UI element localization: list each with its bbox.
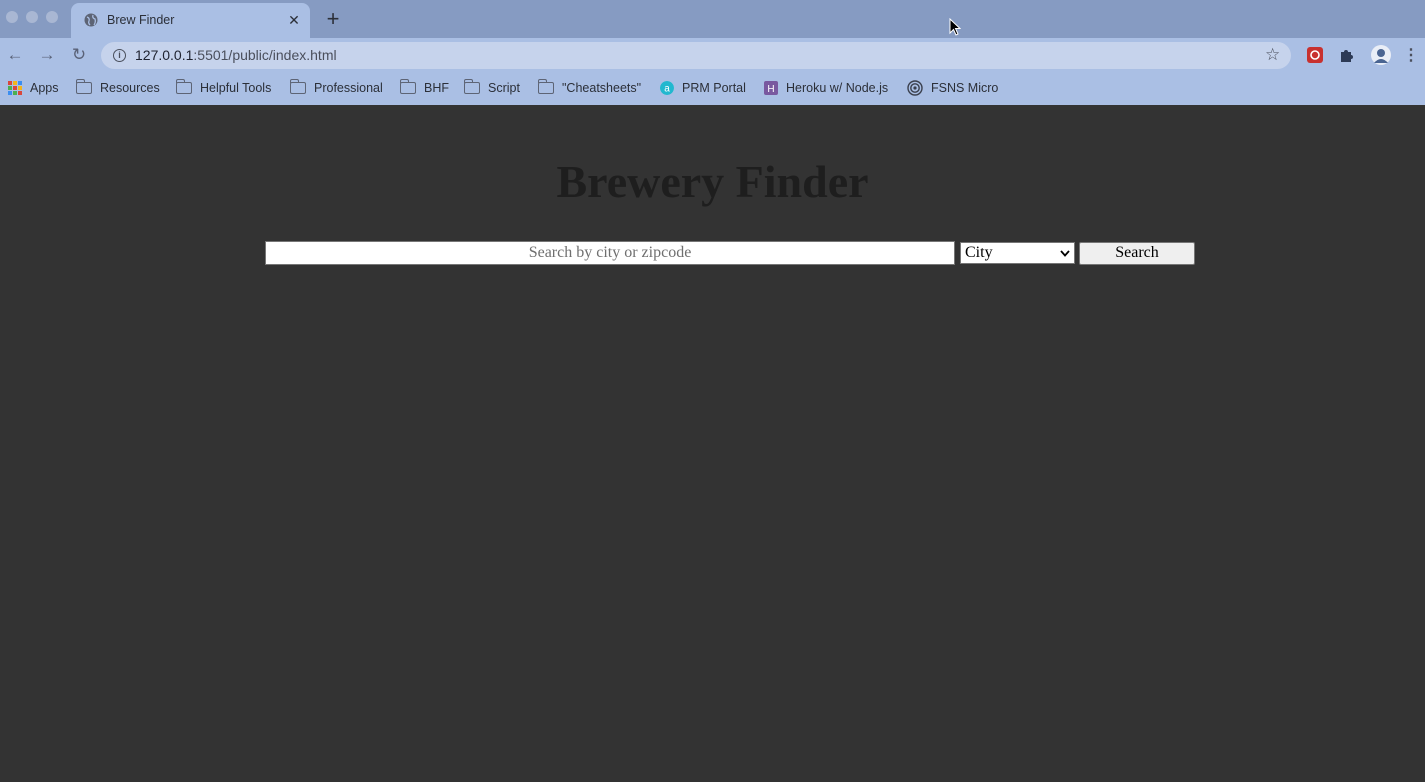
tab-strip: Brew Finder ✕ + — [0, 0, 1425, 38]
svg-text:H: H — [767, 84, 774, 95]
svg-text:a: a — [664, 84, 670, 95]
folder-icon — [399, 79, 416, 94]
url-path: :5501/public/index.html — [193, 47, 337, 63]
forward-arrow-icon[interactable]: → — [36, 44, 58, 66]
bookmark-star-icon[interactable]: ☆ — [1265, 45, 1280, 65]
bookmark-folder-helpful-tools[interactable]: Helpful Tools — [175, 79, 272, 96]
avatar[interactable] — [1370, 44, 1392, 66]
close-window-button[interactable] — [6, 11, 18, 23]
folder-icon — [175, 79, 192, 94]
prm-logo-icon: a — [660, 81, 674, 95]
tab-close-icon[interactable]: ✕ — [285, 11, 303, 29]
bookmark-label: Resources — [100, 81, 160, 95]
folder-icon — [537, 79, 554, 94]
bookmark-folder-resources[interactable]: Resources — [75, 79, 160, 96]
select-value: City — [965, 244, 993, 261]
browser-chrome: Brew Finder ✕ + ← → ↻ i 127.0.0.1:5501/p… — [0, 0, 1425, 105]
bookmark-label: BHF — [424, 81, 449, 95]
bookmark-folder-script[interactable]: Script — [463, 79, 520, 96]
folder-icon — [289, 79, 306, 94]
zoom-window-button[interactable] — [46, 11, 58, 23]
bookmarks-bar: Apps Resources Helpful Tools Professiona… — [0, 72, 1425, 105]
search-type-select[interactable]: City — [960, 242, 1075, 264]
folder-icon — [463, 79, 480, 94]
bookmark-folder-cheatsheets[interactable]: "Cheatsheets" — [537, 79, 642, 96]
bookmark-label: Professional — [314, 81, 383, 95]
tab-brew-finder[interactable]: Brew Finder ✕ — [71, 3, 310, 38]
bookmark-label: PRM Portal — [682, 81, 746, 95]
bookmark-prm-portal[interactable]: a PRM Portal — [660, 80, 746, 96]
bookmark-label: FSNS Micro — [931, 81, 999, 95]
url-host: 127.0.0.1 — [135, 47, 194, 63]
info-icon[interactable]: i — [113, 49, 126, 62]
bookmark-heroku[interactable]: H Heroku w/ Node.js — [764, 80, 888, 96]
search-button[interactable]: Search — [1079, 242, 1195, 265]
back-arrow-icon[interactable]: ← — [4, 44, 26, 66]
heroku-logo-icon: H — [764, 81, 778, 95]
bookmark-apps[interactable]: Apps — [8, 80, 59, 96]
fsns-logo-icon — [907, 80, 923, 96]
bookmark-label: Helpful Tools — [200, 81, 272, 95]
puzzle-piece-icon[interactable] — [1338, 46, 1356, 64]
url-text[interactable]: 127.0.0.1:5501/public/index.html — [135, 47, 337, 63]
page-content: Brewery Finder City Search — [0, 105, 1425, 782]
address-bar[interactable]: i 127.0.0.1:5501/public/index.html ☆ — [101, 42, 1291, 69]
search-input[interactable] — [265, 241, 955, 265]
bookmark-folder-bhf[interactable]: BHF — [399, 79, 449, 96]
chevron-down-icon — [1060, 249, 1070, 257]
mouse-cursor-icon — [949, 18, 961, 36]
bookmark-folder-professional[interactable]: Professional — [289, 79, 383, 96]
tab-title: Brew Finder — [107, 13, 175, 27]
bookmark-fsns-micro[interactable]: FSNS Micro — [907, 80, 998, 96]
folder-icon — [75, 79, 92, 94]
browser-toolbar: ← → ↻ i 127.0.0.1:5501/public/index.html… — [0, 38, 1425, 72]
apps-grid-icon — [8, 81, 22, 95]
minimize-window-button[interactable] — [26, 11, 38, 23]
bookmark-label: Heroku w/ Node.js — [786, 81, 889, 95]
more-vertical-icon[interactable]: ⋮ — [1403, 45, 1419, 65]
extension-red-icon[interactable] — [1306, 46, 1324, 64]
bookmark-label: Apps — [30, 81, 59, 95]
new-tab-button[interactable]: + — [322, 8, 344, 30]
globe-icon — [84, 13, 98, 27]
bookmark-label: "Cheatsheets" — [562, 81, 642, 95]
bookmark-label: Script — [488, 81, 520, 95]
page-title: Brewery Finder — [556, 156, 869, 207]
reload-icon[interactable]: ↻ — [68, 44, 90, 66]
